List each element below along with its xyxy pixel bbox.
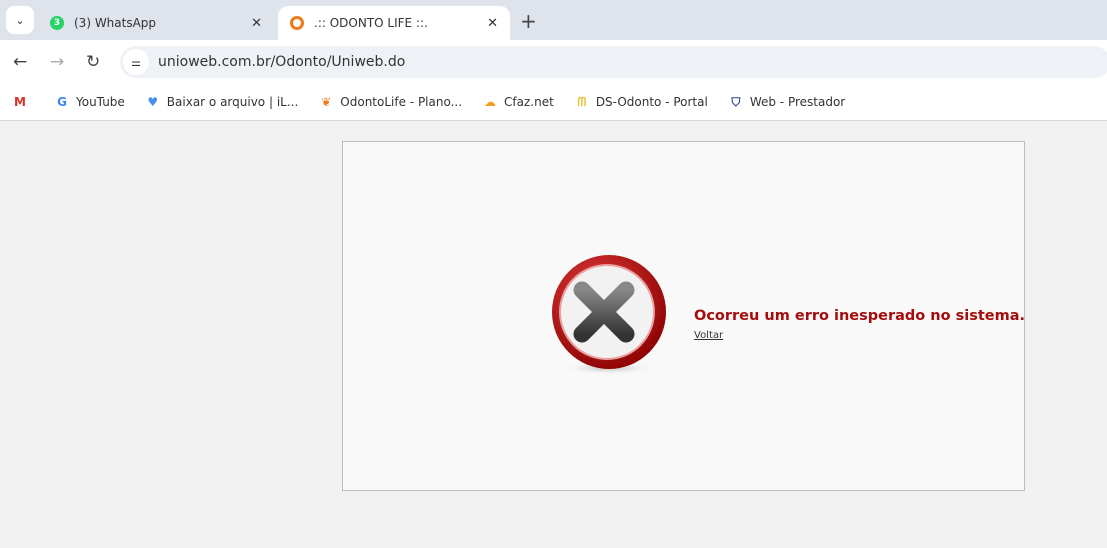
toolbar: ← → ↻ ⚌ unioweb.com.br/Odonto/Uniweb.do xyxy=(0,40,1107,84)
odontolife-icon xyxy=(290,16,304,30)
bookmark-cfaz[interactable]: ☁ Cfaz.net xyxy=(482,94,554,110)
close-icon[interactable]: ✕ xyxy=(487,16,498,31)
error-message: Ocorreu um erro inesperado no sistema. xyxy=(694,308,1026,324)
tab-bar: ⌄ 3 (3) WhatsApp ✕ .:: ODONTO LIFE ::. ✕… xyxy=(0,0,1107,40)
bookmark-label: DS-Odonto - Portal xyxy=(595,95,708,109)
whatsapp-icon: 3 xyxy=(50,16,64,30)
close-icon[interactable]: ✕ xyxy=(251,16,262,31)
tab-whatsapp[interactable]: 3 (3) WhatsApp ✕ xyxy=(38,6,274,40)
new-tab-button[interactable]: + xyxy=(520,9,537,33)
shield-tooth-icon: ⛉ xyxy=(731,94,741,109)
bookmark-label: Web - Prestador xyxy=(749,95,846,109)
address-bar[interactable]: ⚌ unioweb.com.br/Odonto/Uniweb.do xyxy=(120,46,1107,78)
cloud-icon: ☁ xyxy=(484,95,497,109)
bookmark-odontolife[interactable]: ❦ OdontoLife - Plano... xyxy=(318,94,462,110)
odontolife-icon: ❦ xyxy=(321,95,332,109)
bookmark-ds-odonto[interactable]: ᗰ DS-Odonto - Portal xyxy=(574,94,708,110)
reload-icon[interactable]: ↻ xyxy=(86,52,100,72)
error-panel: Ocorreu um erro inesperado no sistema. V… xyxy=(342,141,1025,491)
tab-title: (3) WhatsApp xyxy=(74,16,157,30)
url-text[interactable]: unioweb.com.br/Odonto/Uniweb.do xyxy=(158,54,405,70)
gmail-icon: M xyxy=(14,95,26,109)
tooth-icon: ᗰ xyxy=(577,94,587,109)
bookmark-label: Baixar o arquivo | iL... xyxy=(166,95,299,109)
tab-search-button[interactable]: ⌄ xyxy=(6,6,34,34)
tab-odonto-life[interactable]: .:: ODONTO LIFE ::. ✕ xyxy=(278,6,510,40)
heart-icon: ♥ xyxy=(147,95,159,109)
chevron-down-icon: ⌄ xyxy=(15,13,25,27)
google-icon: G xyxy=(57,95,67,109)
site-settings-icon[interactable]: ⚌ xyxy=(123,49,149,75)
error-x-icon xyxy=(552,255,666,375)
back-link[interactable]: Voltar xyxy=(694,330,723,341)
bookmark-youtube[interactable]: G YouTube xyxy=(54,94,125,110)
bookmark-gmail[interactable]: M xyxy=(12,94,34,110)
bookmarks-bar: M G YouTube ♥ Baixar o arquivo | iL... ❦ Od… xyxy=(0,84,1107,121)
bookmark-web-prestador[interactable]: ⛉ Web - Prestador xyxy=(728,94,845,110)
bookmark-label: OdontoLife - Plano... xyxy=(340,95,463,109)
forward-arrow-icon[interactable]: → xyxy=(50,52,64,72)
back-arrow-icon[interactable]: ← xyxy=(13,52,27,72)
bookmark-label: Cfaz.net xyxy=(504,95,554,109)
tab-title: .:: ODONTO LIFE ::. xyxy=(314,16,428,30)
bookmark-label: YouTube xyxy=(76,95,125,109)
bookmark-ilovepdf[interactable]: ♥ Baixar o arquivo | iL... xyxy=(145,94,299,110)
